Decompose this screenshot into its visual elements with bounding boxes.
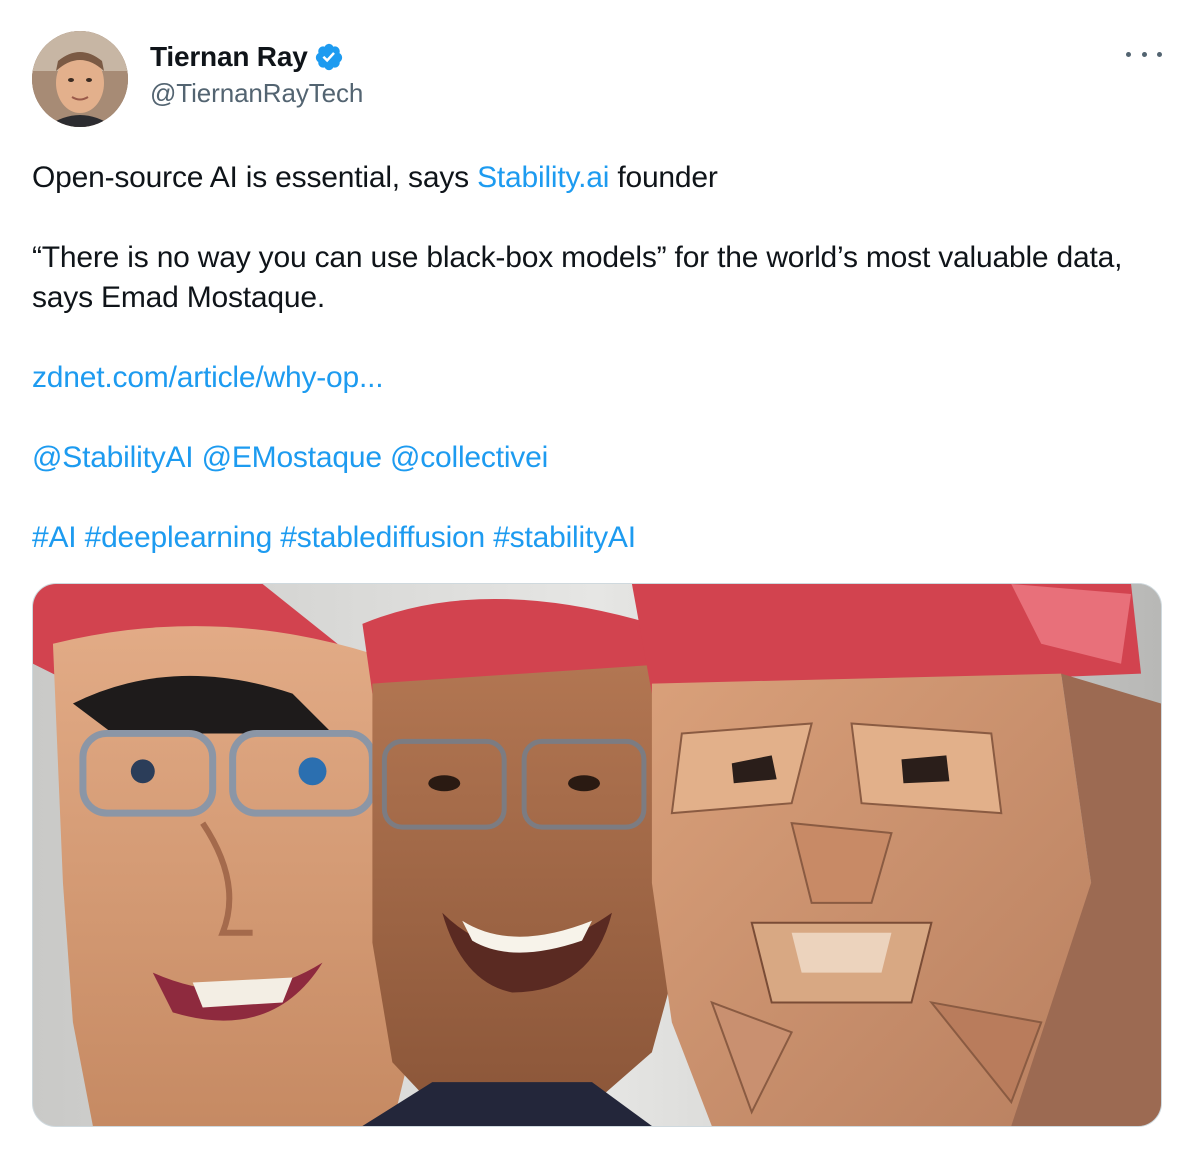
quote-text: “There is no way you can use black-box m… bbox=[32, 241, 1123, 314]
mentions-line: @StabilityAI @EMostaque @collectivei bbox=[32, 438, 1162, 478]
tweet-media-image[interactable] bbox=[32, 583, 1162, 1127]
avatar[interactable] bbox=[32, 31, 128, 127]
more-dot bbox=[1126, 51, 1131, 57]
stability-link[interactable]: Stability.ai bbox=[477, 161, 609, 194]
avatar-image bbox=[32, 31, 128, 127]
author-block: Tiernan Ray @TiernanRayTech bbox=[150, 40, 363, 109]
headline-line: Open-source AI is essential, says Stabil… bbox=[32, 158, 1162, 198]
tweet-card: Tiernan Ray @TiernanRayTech Open-source … bbox=[0, 0, 1194, 1150]
mention-stabilityai[interactable]: @StabilityAI bbox=[32, 441, 194, 474]
article-link[interactable]: zdnet.com/article/why-op... bbox=[32, 361, 384, 394]
hashtag-ai[interactable]: #AI bbox=[32, 521, 77, 554]
mention-emostaque[interactable]: @EMostaque bbox=[202, 441, 382, 474]
tweet-text: Open-source AI is essential, says Stabil… bbox=[32, 158, 1162, 558]
hashtags-line: #AI #deeplearning #stablediffusion #stab… bbox=[32, 518, 1162, 558]
headline-suffix: founder bbox=[609, 161, 718, 194]
handle[interactable]: @TiernanRayTech bbox=[150, 78, 363, 109]
hashtag-stabilityai[interactable]: #stabilityAI bbox=[493, 521, 636, 554]
more-options-icon[interactable] bbox=[1126, 44, 1162, 64]
hashtag-stablediffusion[interactable]: #stablediffusion bbox=[280, 521, 485, 554]
headline-prefix: Open-source AI is essential, says bbox=[32, 161, 478, 194]
more-dot bbox=[1141, 51, 1147, 57]
mention-collectivei[interactable]: @collectivei bbox=[390, 441, 548, 474]
verified-badge-icon bbox=[314, 42, 344, 72]
name-row: Tiernan Ray bbox=[150, 40, 363, 74]
hashtag-deeplearning[interactable]: #deeplearning bbox=[85, 521, 273, 554]
media-illustration bbox=[33, 584, 1161, 1126]
more-dot bbox=[1157, 51, 1162, 57]
display-name[interactable]: Tiernan Ray bbox=[150, 41, 308, 73]
